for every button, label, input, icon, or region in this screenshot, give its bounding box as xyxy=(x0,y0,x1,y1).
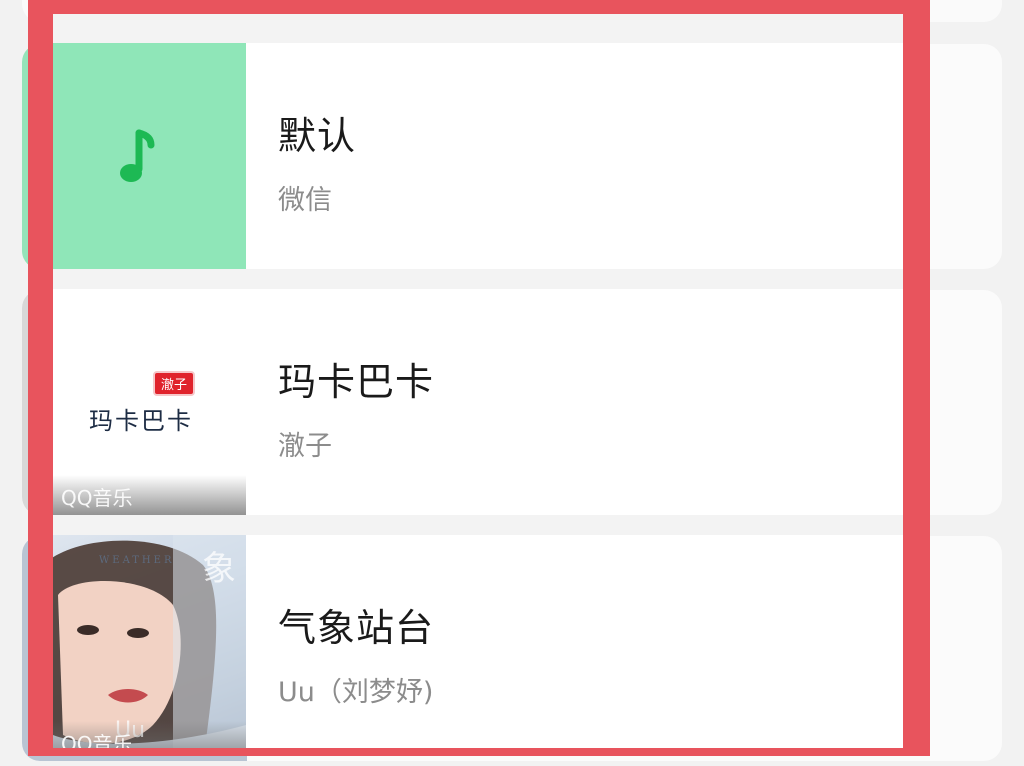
ringtone-picker-screen: 默认 微信 澈子 玛卡巴卡 QQ音乐 玛卡巴卡 澈子 WEATHER 象 QQ音… xyxy=(0,0,1024,766)
source-label: QQ音乐 xyxy=(61,732,133,748)
song-title: 默认 xyxy=(278,114,357,158)
source-label: QQ音乐 xyxy=(61,486,133,510)
song-item-makabaka[interactable]: 澈子 玛卡巴卡 QQ音乐 玛卡巴卡 澈子 xyxy=(53,289,903,515)
cover-character: 象 xyxy=(202,549,236,589)
song-cover: WEATHER 象 Uu QQ音乐 xyxy=(53,535,246,748)
song-artist: 澈子 xyxy=(278,431,332,462)
cover-artist-tag: 澈子 xyxy=(153,371,196,396)
song-item-weather-station[interactable]: WEATHER 象 Uu QQ音乐 气象站台 Uu（刘梦妤) xyxy=(53,535,903,748)
song-cover xyxy=(53,43,246,269)
song-artist: 微信 xyxy=(278,185,332,216)
cover-title-text: 玛卡巴卡 xyxy=(89,407,193,435)
song-cover: 澈子 玛卡巴卡 QQ音乐 xyxy=(53,289,246,515)
cover-word: WEATHER xyxy=(99,555,175,566)
song-artist: Uu（刘梦妤) xyxy=(278,677,434,708)
music-note-icon xyxy=(120,129,155,182)
song-item-default[interactable]: 默认 微信 xyxy=(53,43,903,269)
song-title: 玛卡巴卡 xyxy=(278,360,435,404)
song-title: 气象站台 xyxy=(278,606,435,650)
song-list: 默认 微信 澈子 玛卡巴卡 QQ音乐 玛卡巴卡 澈子 WEATHER 象 QQ音… xyxy=(53,14,903,748)
